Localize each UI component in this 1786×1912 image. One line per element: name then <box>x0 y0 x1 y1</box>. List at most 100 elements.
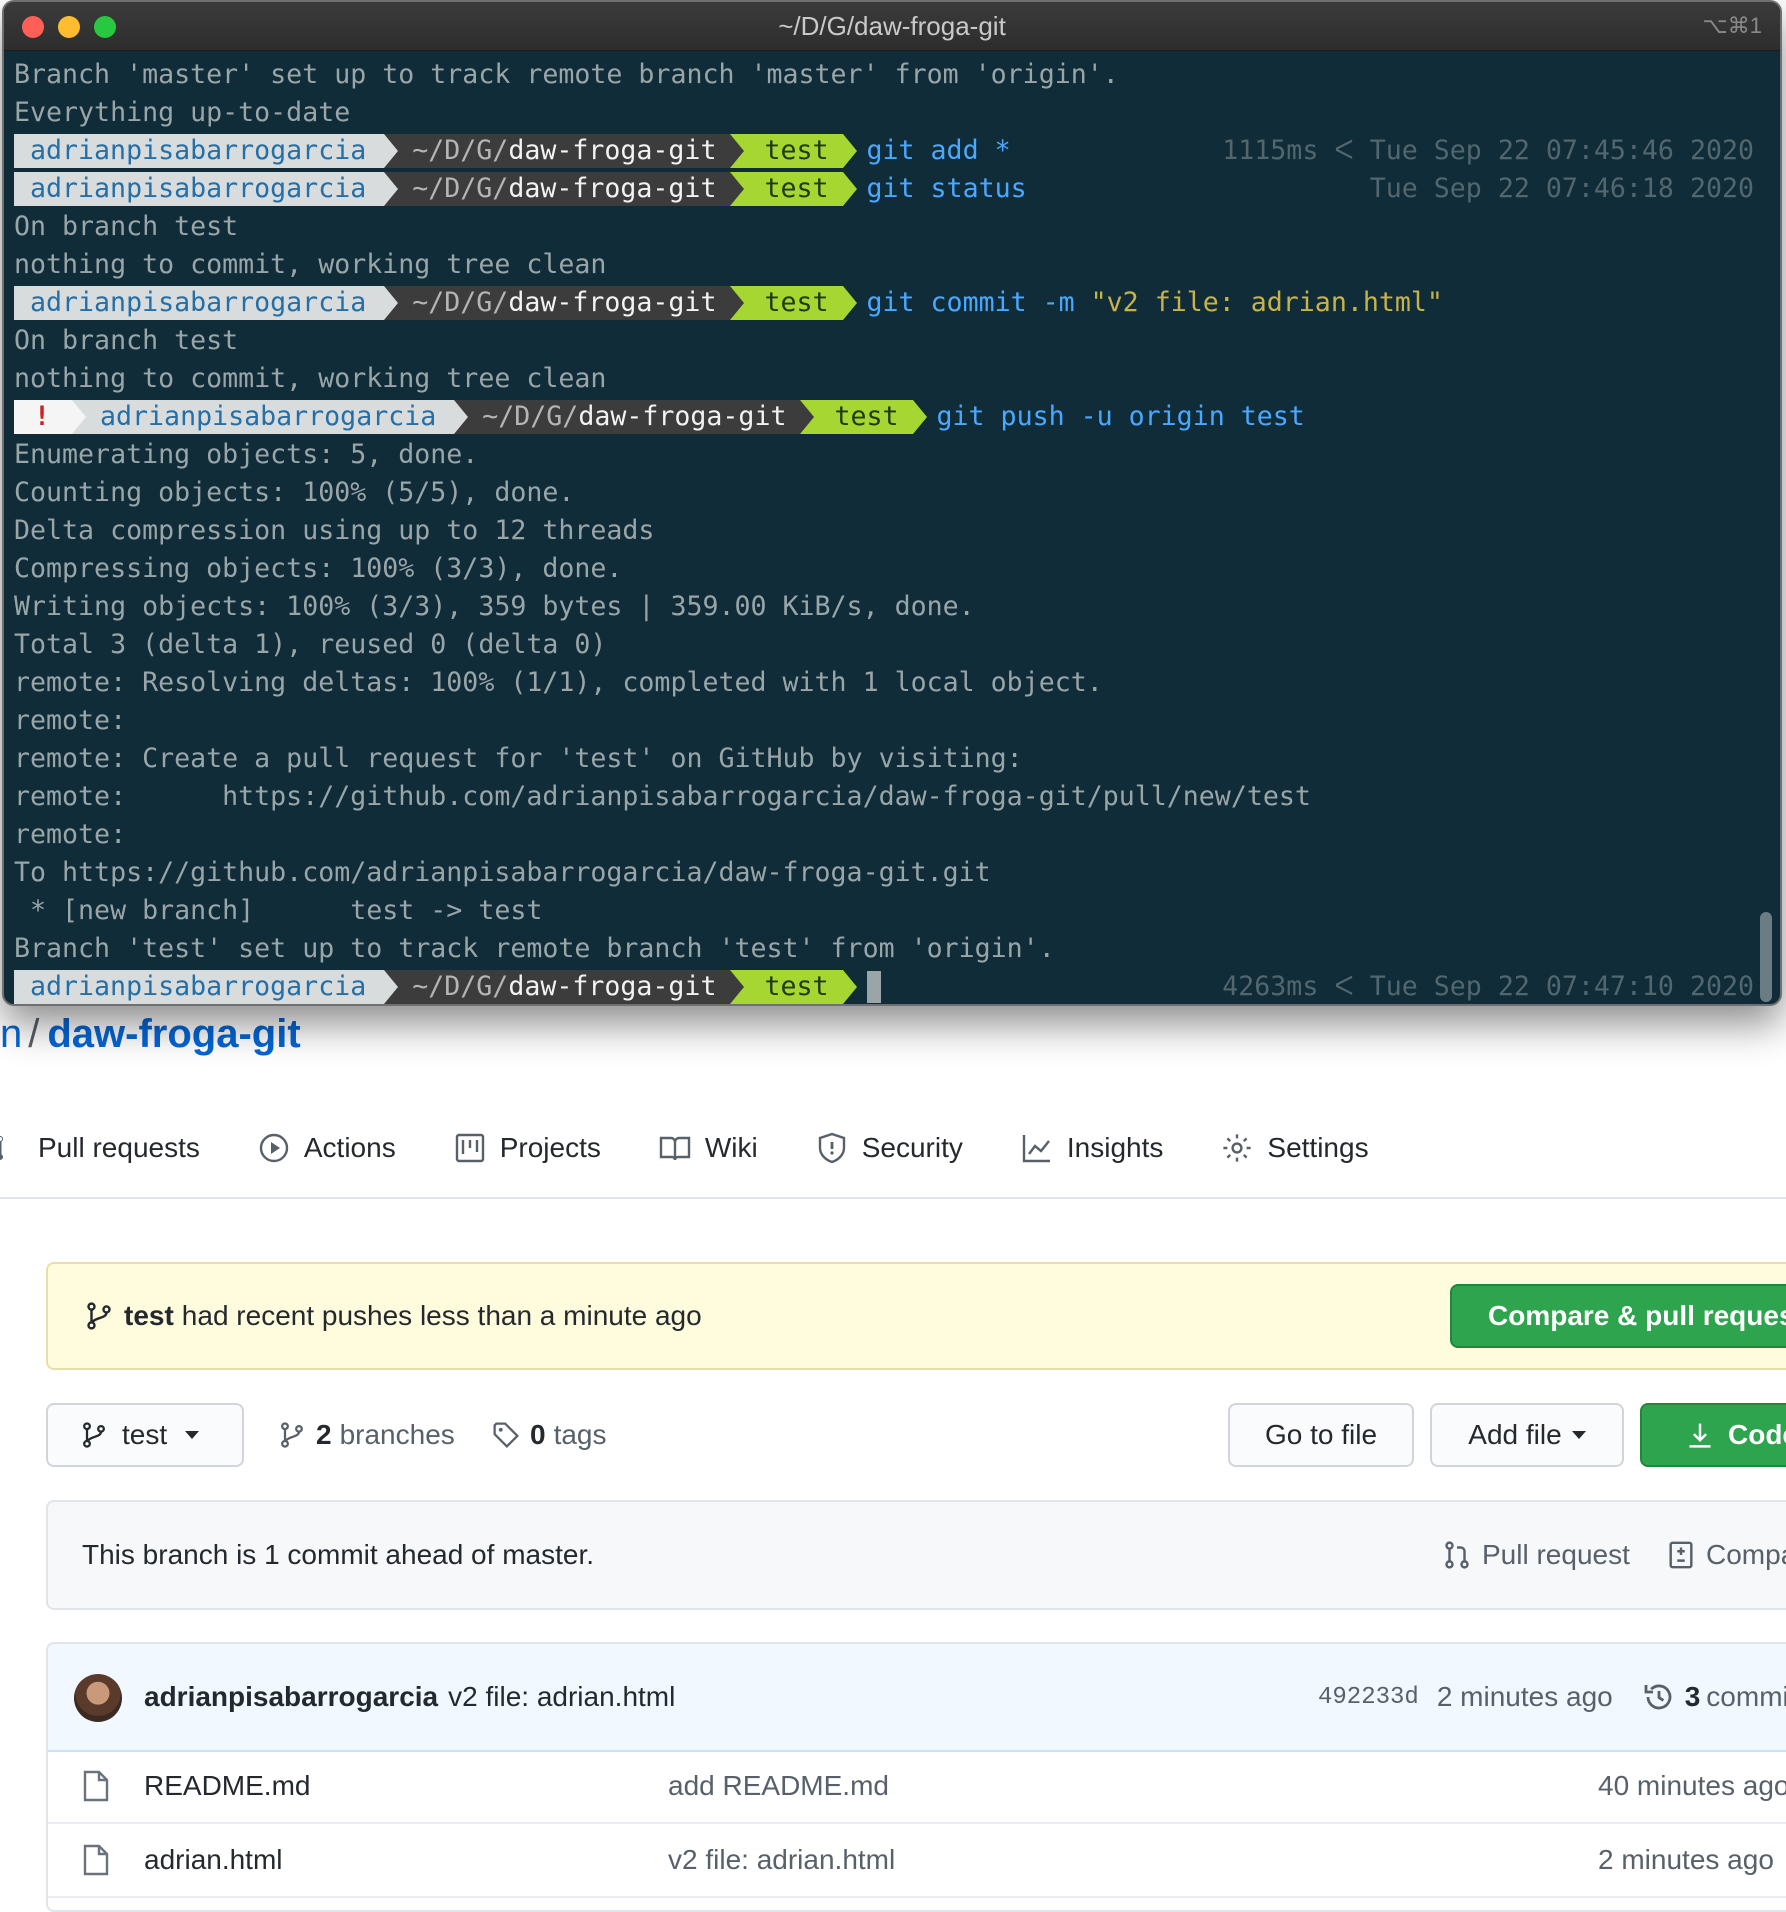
tab-pull-requests[interactable]: Pull requests <box>0 1118 200 1178</box>
path-dir: daw-froga-git <box>508 971 717 1002</box>
output-line: On branch test <box>14 325 239 356</box>
push-message: test had recent pushes less than a minut… <box>84 1264 702 1368</box>
output-line: On branch test <box>14 211 239 242</box>
prompt-line: adrianpisabarrogarcia ~/D/G/daw-froga-git… <box>14 132 1754 170</box>
branch-select-button[interactable]: test <box>46 1403 244 1467</box>
command-text: git push -u origin test <box>936 401 1305 432</box>
tab-security[interactable]: Security <box>816 1118 963 1178</box>
commit-author[interactable]: adrianpisabarrogarcia <box>144 1681 438 1713</box>
prompt-branch: test <box>730 970 857 1004</box>
tab-insights[interactable]: Insights <box>1021 1118 1163 1178</box>
output-line: Branch 'test' set up to track remote bra… <box>14 933 1055 964</box>
output-line: remote: Resolving deltas: 100% (1/1), co… <box>14 667 1103 698</box>
repo-title: n / daw-froga-git <box>0 1012 301 1057</box>
scrollbar[interactable] <box>1760 912 1772 1002</box>
commit-message[interactable]: v2 file: adrian.html <box>448 1681 675 1713</box>
branch-icon <box>87 1302 111 1330</box>
output-line: remote: Create a pull request for 'test'… <box>14 743 1023 774</box>
tags-link[interactable]: 0 tags <box>492 1403 607 1467</box>
commit-meta: 492233d 2 minutes ago 3 commits <box>1318 1644 1786 1750</box>
output-line: remote: <box>14 705 127 736</box>
repo-name-link[interactable]: daw-froga-git <box>47 1012 300 1056</box>
output-line: Branch 'master' set up to track remote b… <box>14 59 1119 90</box>
code-button[interactable]: Code <box>1640 1403 1786 1467</box>
terminal-output[interactable]: Branch 'master' set up to track remote b… <box>14 56 1754 1004</box>
prompt-path: ~/D/G/daw-froga-git <box>384 134 745 168</box>
tab-wiki[interactable]: Wiki <box>659 1118 758 1178</box>
file-age: 40 minutes ago <box>1598 1770 1786 1801</box>
code-label: Code <box>1728 1419 1786 1450</box>
compare-link[interactable]: Compare <box>1666 1502 1786 1608</box>
prompt-path: ~/D/G/daw-froga-git <box>454 400 815 434</box>
file-commit-message[interactable]: v2 file: adrian.html <box>668 1824 895 1896</box>
repo-separator: / <box>28 1012 40 1056</box>
avatar[interactable] <box>74 1674 122 1722</box>
project-icon <box>455 1133 484 1163</box>
compare-pull-request-button[interactable]: Compare & pull request <box>1450 1284 1786 1348</box>
diff-icon <box>1669 1541 1693 1569</box>
terminal-titlebar[interactable]: ~/D/G/daw-froga-git ⌥⌘1 <box>4 2 1780 51</box>
file-commit-message[interactable]: add README.md <box>668 1750 889 1822</box>
branches-label: branches <box>339 1419 455 1450</box>
prompt-line: ! adrianpisabarrogarcia ~/D/G/daw-froga-gi… <box>14 398 1754 436</box>
tab-settings[interactable]: Settings <box>1221 1118 1369 1178</box>
prompt-line: adrianpisabarrogarcia ~/D/G/daw-froga-git… <box>14 284 1754 322</box>
branch-select-label: test <box>122 1419 168 1450</box>
path-dir: daw-froga-git <box>508 173 717 204</box>
add-file-button[interactable]: Add file <box>1430 1403 1624 1467</box>
prompt-branch: test <box>730 134 857 168</box>
push-branch-name[interactable]: test <box>124 1300 174 1332</box>
output-line: Everything up-to-date <box>14 97 351 128</box>
branches-link[interactable]: 2 branches <box>278 1403 455 1467</box>
right-prompt: 4263ms ᐸ Tue Sep 22 07:47:10 2020 <box>1222 971 1754 1002</box>
tab-actions[interactable]: Actions <box>258 1118 396 1178</box>
prompt-line: adrianpisabarrogarcia ~/D/G/daw-froga-git… <box>14 968 1754 1004</box>
tab-shortcut: ⌥⌘1 <box>1702 13 1762 38</box>
commit-sha[interactable]: 492233d <box>1318 1684 1419 1711</box>
file-list: adrianpisabarrogarcia v2 file: adrian.ht… <box>46 1642 1786 1912</box>
tab-label: Pull requests <box>38 1132 200 1163</box>
repo-owner[interactable]: n <box>0 1012 22 1056</box>
prompt-path: ~/D/G/daw-froga-git <box>384 286 745 320</box>
history-icon <box>1644 1684 1672 1710</box>
shield-icon <box>818 1132 845 1164</box>
recent-push-banner: test had recent pushes less than a minut… <box>46 1262 1786 1370</box>
branch-name: test <box>764 971 829 1002</box>
commits-label[interactable]: commits <box>1706 1681 1786 1713</box>
command-main: git commit -m <box>866 287 1091 318</box>
output-line: To https://github.com/adrianpisabarrogar… <box>14 857 991 888</box>
output-line: * [new branch] test -> test <box>14 895 543 926</box>
tabs-divider <box>0 1197 1786 1199</box>
path-prefix: ~/D/G/ <box>482 401 579 432</box>
branch-name: test <box>764 173 829 204</box>
tab-label: Wiki <box>704 1132 758 1163</box>
text-cursor[interactable] <box>866 971 881 1003</box>
file-icon <box>83 1844 109 1876</box>
chevron-down-icon <box>185 1431 200 1439</box>
file-icon <box>83 1770 109 1802</box>
graph-icon <box>1022 1135 1050 1163</box>
output-line: Delta compression using up to 12 threads <box>14 515 655 546</box>
go-to-file-button[interactable]: Go to file <box>1228 1403 1414 1467</box>
tag-icon <box>493 1422 519 1448</box>
prompt-user: adrianpisabarrogarcia <box>14 134 399 168</box>
file-name[interactable]: README.md <box>144 1750 310 1822</box>
prompt-branch: test <box>730 172 857 206</box>
tags-label: tags <box>553 1419 607 1450</box>
right-prompt: Tue Sep 22 07:46:18 2020 <box>1369 173 1754 204</box>
file-age: 2 minutes ago <box>1598 1844 1774 1875</box>
tab-label: Actions <box>303 1132 396 1163</box>
path-dir: daw-froga-git <box>508 135 717 166</box>
file-name[interactable]: adrian.html <box>144 1824 283 1896</box>
ahead-text: This branch is 1 commit ahead of master. <box>82 1539 594 1570</box>
branch-icon <box>281 1422 303 1448</box>
pull-request-link[interactable]: Pull request <box>1442 1502 1630 1608</box>
terminal-window[interactable]: ~/D/G/daw-froga-git ⌥⌘1 Branch 'master' … <box>2 0 1782 1006</box>
branch-name: test <box>764 135 829 166</box>
branches-count: 2 <box>316 1419 332 1450</box>
output-line: remote: https://github.com/adrianpisabar… <box>14 781 1311 812</box>
prompt-line: adrianpisabarrogarcia ~/D/G/daw-froga-git… <box>14 170 1754 208</box>
play-icon <box>259 1133 289 1163</box>
commits-count[interactable]: 3 <box>1685 1681 1701 1713</box>
tab-projects[interactable]: Projects <box>454 1118 601 1178</box>
